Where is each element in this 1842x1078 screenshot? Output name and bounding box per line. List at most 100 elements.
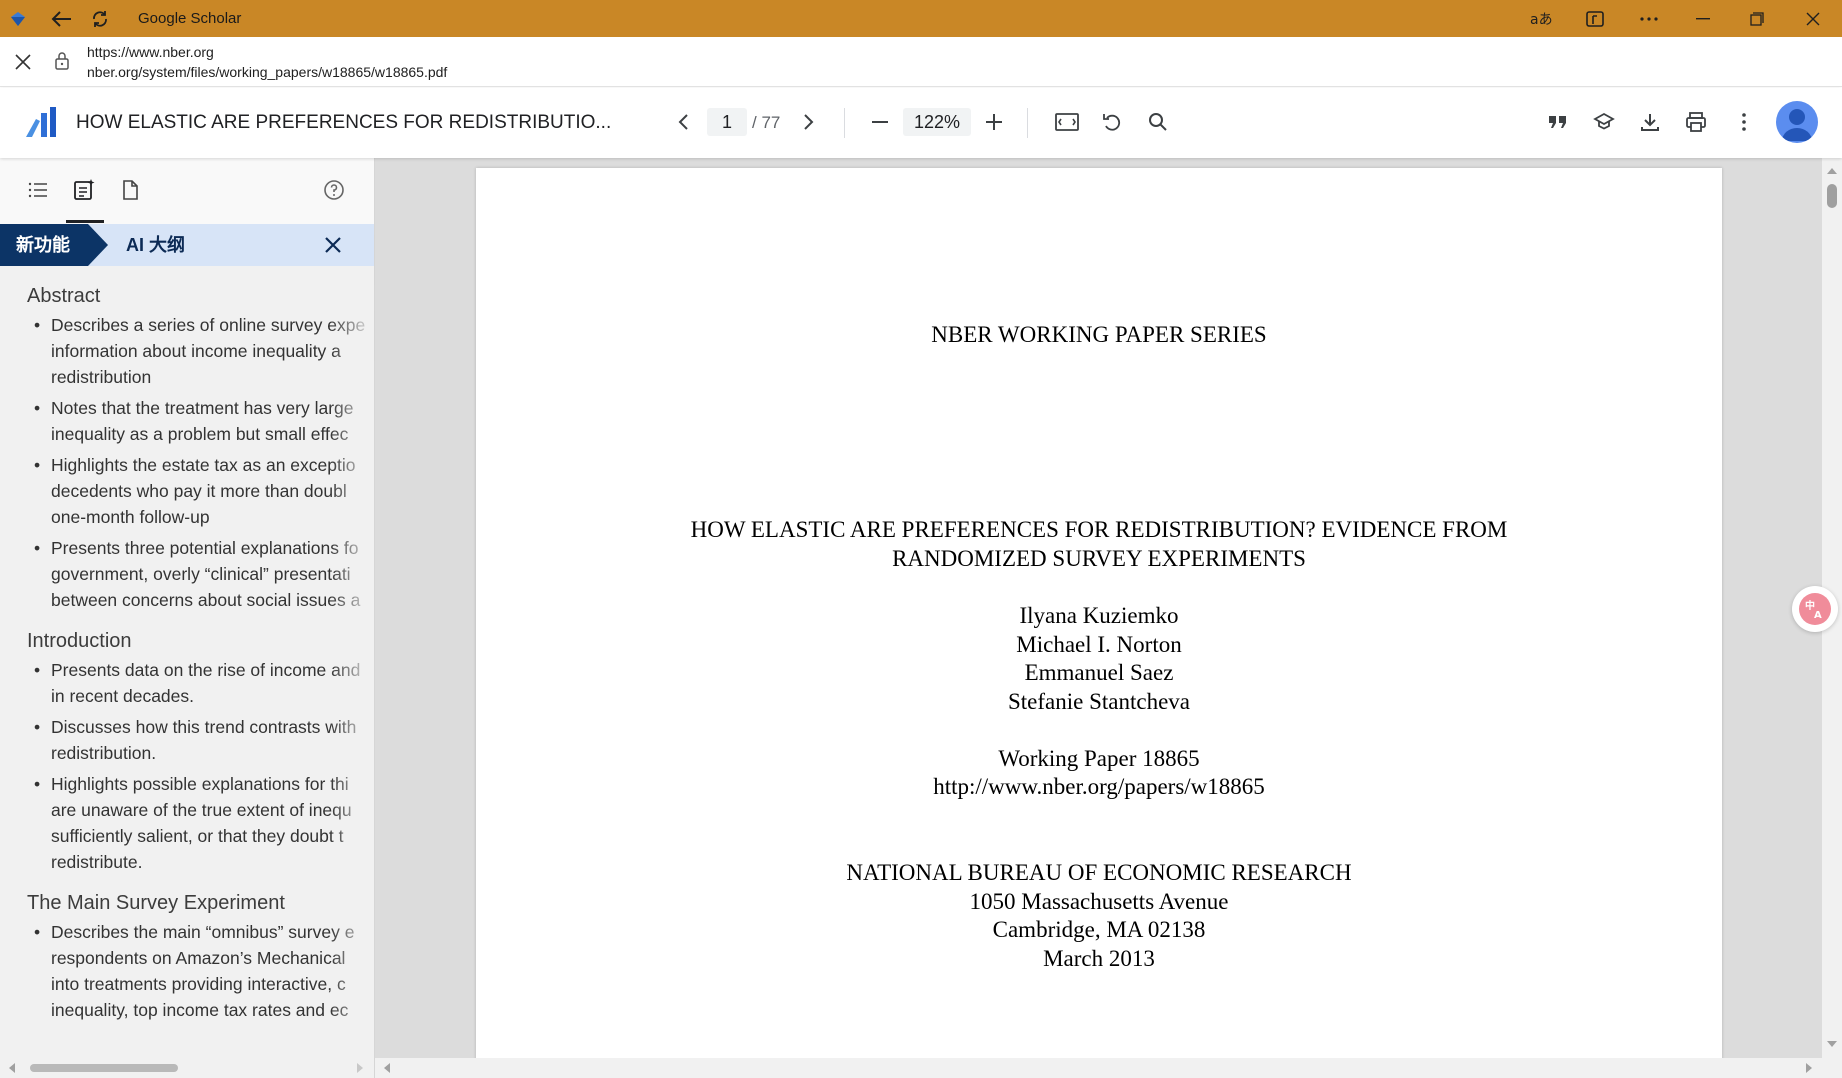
outline-sidebar: 新功能 AI 大纲 AbstractDescribes a series of … — [0, 158, 375, 1078]
horizontal-scrollbar[interactable] — [375, 1058, 1842, 1078]
rotate-icon[interactable] — [1100, 110, 1124, 139]
tab-table-of-contents-icon[interactable] — [26, 178, 52, 204]
address-line2: Cambridge, MA 02138 — [992, 917, 1206, 942]
cite-quote-icon[interactable] — [1546, 110, 1570, 139]
next-page-button[interactable] — [796, 110, 820, 139]
restore-icon[interactable] — [1730, 0, 1784, 37]
outline-bullet-line: Highlights possible explanations for thi — [51, 774, 349, 794]
more-options-icon[interactable] — [1732, 110, 1756, 139]
outline-bullet-item[interactable]: Presents data on the rise of income and i… — [0, 657, 374, 709]
search-icon[interactable] — [1146, 110, 1170, 139]
outline-bullet-line: are unaware of the true extent of inequ — [51, 800, 352, 820]
user-avatar[interactable] — [1776, 101, 1818, 143]
page-number-input[interactable]: 1 — [707, 108, 747, 136]
outline-bullet-line: between concerns about social issues a — [51, 590, 361, 610]
address-bar: https://www.nber.org nber.org/system/fil… — [0, 37, 1842, 87]
close-banner-icon[interactable] — [322, 234, 344, 261]
browser-logo-icon[interactable] — [0, 0, 36, 37]
outline-bullet-list: Describes a series of online survey expe… — [0, 312, 374, 613]
more-menu-icon[interactable] — [1622, 0, 1676, 37]
text-fade-overlay — [330, 266, 374, 1066]
lock-icon[interactable] — [53, 51, 71, 71]
working-paper-number: Working Paper 18865 — [998, 746, 1200, 771]
outline-bullet-line: respondents on Amazon’s Mechanical — [51, 948, 346, 968]
help-icon[interactable] — [322, 178, 348, 204]
reading-view-icon[interactable] — [1568, 0, 1622, 37]
outline-bullet-item[interactable]: Highlights the estate tax as an exceptio… — [0, 452, 374, 530]
outline-bullet-item[interactable]: Notes that the treatment has very large i… — [0, 395, 374, 447]
new-feature-banner: 新功能 AI 大纲 — [0, 224, 374, 266]
outline-bullet-line: redistribute. — [51, 852, 143, 872]
outline-bullet-line: Notes that the treatment has very large — [51, 398, 354, 418]
save-to-library-icon[interactable] — [1592, 110, 1616, 139]
pdf-toolbar: HOW ELASTIC ARE PREFERENCES FOR REDISTRI… — [0, 88, 1842, 158]
close-window-icon[interactable] — [1784, 0, 1842, 37]
pdf-title: HOW ELASTIC ARE PREFERENCES FOR REDISTRI… — [76, 112, 612, 133]
previous-page-button[interactable] — [672, 110, 696, 139]
read-aloud-icon[interactable]: aあ — [1514, 0, 1568, 37]
back-arrow-icon[interactable] — [44, 0, 80, 37]
fit-to-width-icon[interactable] — [1054, 110, 1080, 139]
outline-bullet-item[interactable]: Describes a series of online survey expe… — [0, 312, 374, 390]
print-icon[interactable] — [1684, 110, 1708, 139]
outline-bullet-line: redistribution. — [51, 743, 157, 763]
author: Emmanuel Saez — [1024, 660, 1174, 685]
toolbar-divider — [844, 108, 845, 138]
outline-bullet-line: information about income inequality a — [51, 341, 341, 361]
page-total: / 77 — [752, 113, 781, 132]
outline-content: AbstractDescribes a series of online sur… — [0, 266, 374, 1028]
new-feature-badge: 新功能 — [0, 224, 108, 266]
outline-bullet-line: inequality as a problem but small effec — [51, 424, 349, 444]
sidebar-horizontal-scrollbar[interactable] — [0, 1058, 374, 1078]
url-path[interactable]: nber.org/system/files/working_papers/w18… — [87, 64, 447, 80]
outline-bullet-list: Describes the main “omnibus” survey e res… — [0, 919, 374, 1023]
outline-section-heading[interactable]: Abstract — [27, 282, 374, 310]
outline-bullet-line: Describes a series of online survey expe — [51, 315, 366, 335]
author: Michael I. Norton — [1016, 632, 1182, 657]
outline-bullet-line: Presents three potential explanations fo — [51, 538, 359, 558]
outline-bullet-line: sufficiently salient, or that they doubt… — [51, 826, 344, 846]
outline-bullet-item[interactable]: Describes the main “omnibus” survey e res… — [0, 919, 374, 1023]
svg-text:A: A — [1814, 610, 1822, 620]
paper-url[interactable]: http://www.nber.org/papers/w18865 — [476, 772, 1722, 801]
window-title: Google Scholar — [138, 10, 242, 27]
paper-title-line1: HOW ELASTIC ARE PREFERENCES FOR REDISTRI… — [690, 517, 1508, 542]
author: Stefanie Stantcheva — [1007, 689, 1190, 714]
outline-bullet-line: government, overly “clinical” presentati — [51, 564, 351, 584]
outline-section-heading[interactable]: The Main Survey Experiment — [27, 889, 374, 917]
active-tab-indicator — [66, 220, 104, 223]
browser-title-bar: Google Scholar aあ — [0, 0, 1842, 37]
minimize-icon[interactable] — [1676, 0, 1730, 37]
pdf-page: NBER WORKING PAPER SERIES HOW ELASTIC AR… — [476, 168, 1722, 1068]
sidebar-tabs — [0, 158, 374, 224]
tab-ai-outline-icon[interactable] — [72, 178, 98, 204]
vertical-scroll-thumb[interactable] — [1827, 184, 1837, 208]
url-host[interactable]: https://www.nber.org — [87, 44, 214, 60]
tab-thumbnails-icon[interactable] — [118, 178, 144, 204]
translate-icon: 中A — [1799, 593, 1831, 625]
download-icon[interactable] — [1638, 110, 1662, 139]
outline-bullet-line: in recent decades. — [51, 686, 195, 706]
outline-bullet-line: Discusses how this trend contrasts with — [51, 717, 357, 737]
translate-button[interactable]: 中A — [1792, 586, 1838, 632]
outline-bullet-line: one-month follow-up — [51, 507, 210, 527]
outline-bullet-line: decedents who pay it more than doubl — [51, 481, 347, 501]
zoom-in-button[interactable] — [982, 110, 1006, 139]
outline-bullet-item[interactable]: Highlights possible explanations for thi… — [0, 771, 374, 875]
pdf-viewer: NBER WORKING PAPER SERIES HOW ELASTIC AR… — [375, 158, 1842, 1078]
sidebar-scroll-thumb[interactable] — [30, 1064, 178, 1072]
outline-bullet-item[interactable]: Discusses how this trend contrasts with r… — [0, 714, 374, 766]
outline-bullet-line: into treatments providing interactive, c — [51, 974, 346, 994]
outline-bullet-item[interactable]: Presents three potential explanations fo… — [0, 535, 374, 613]
outline-bullet-list: Presents data on the rise of income and i… — [0, 657, 374, 875]
zoom-level-input[interactable]: 122% — [903, 108, 971, 136]
outline-section-heading[interactable]: Introduction — [27, 627, 374, 655]
outline-bullet-line: Describes the main “omnibus” survey e — [51, 922, 355, 942]
publication-date: March 2013 — [1043, 946, 1155, 971]
toolbar-divider — [1027, 108, 1028, 138]
refresh-icon[interactable] — [82, 0, 118, 37]
outline-bullet-line: Presents data on the rise of income and — [51, 660, 361, 680]
close-tab-icon[interactable] — [12, 51, 34, 73]
outline-bullet-line: Highlights the estate tax as an exceptio — [51, 455, 356, 475]
zoom-out-button[interactable] — [868, 110, 892, 139]
